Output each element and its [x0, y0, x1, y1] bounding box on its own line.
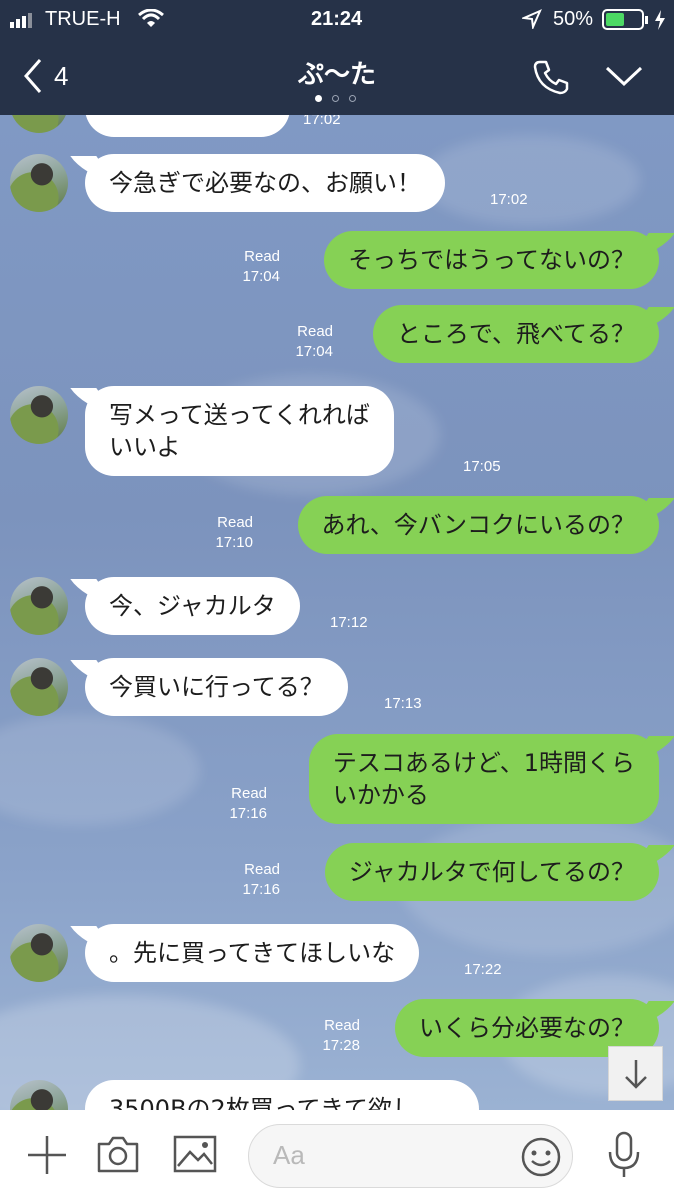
read-label: Read [244, 248, 280, 265]
charging-icon [654, 9, 666, 37]
camera-icon [97, 1136, 139, 1173]
message-bubble-incoming[interactable]: 3500Bの2枚買ってきて欲し [85, 1080, 479, 1110]
message-time: 17:16 [229, 805, 267, 822]
read-receipt: Read 17:04 [220, 247, 280, 287]
call-button[interactable] [532, 58, 572, 98]
camera-button[interactable] [96, 1134, 140, 1178]
message-bubble-incoming[interactable]: 今急ぎで必要なの、お願い！ [85, 154, 445, 212]
message-bubble-incoming[interactable]: 今買いに行ってる？ [85, 658, 348, 716]
message-list[interactable]: 17:02 今急ぎで必要なの、お願い！ 17:02 Read 17:04 そっちで… [0, 115, 674, 1110]
chevron-down-icon [605, 66, 643, 87]
read-receipt: Read 17:16 [220, 860, 280, 900]
phone-icon [533, 60, 569, 95]
arrow-down-icon [625, 1060, 647, 1089]
read-receipt: Read 17:10 [193, 513, 253, 553]
image-icon [173, 1135, 217, 1173]
input-bar: Aa [0, 1110, 674, 1200]
chat-title[interactable]: ぷ〜た [0, 54, 674, 91]
page-dot [349, 95, 356, 102]
plus-icon [28, 1136, 66, 1174]
message-time: 17:28 [322, 1037, 360, 1054]
message-time: 17:12 [330, 614, 368, 631]
message-time: 17:10 [215, 534, 253, 551]
page-indicator [313, 94, 363, 104]
message-bubble-outgoing[interactable]: ところで、飛べてる？ [372, 305, 659, 363]
message-bubble-incoming[interactable]: 写メって送ってくれれば いいよ [85, 386, 394, 476]
message-time: 17:13 [384, 695, 422, 712]
read-receipt: Read 17:04 [273, 322, 333, 362]
read-receipt: Read 17:16 [207, 784, 267, 824]
battery-icon [602, 9, 652, 37]
message-time: 17:05 [463, 458, 501, 475]
message-time: 17:04 [242, 268, 280, 285]
message-input[interactable]: Aa [248, 1124, 573, 1188]
signal-icon [10, 11, 40, 28]
clock: 21:24 [311, 8, 363, 30]
emoji-icon [521, 1137, 561, 1177]
carrier-label: TRUE-H [45, 8, 121, 30]
read-label: Read [297, 323, 333, 340]
voice-button[interactable] [606, 1130, 642, 1184]
scroll-to-bottom-button[interactable] [608, 1046, 663, 1101]
message-time: 17:02 [490, 191, 528, 208]
message-text: 写メって送ってくれれば いいよ [109, 401, 370, 461]
microphone-icon [608, 1131, 640, 1177]
avatar[interactable] [10, 658, 68, 716]
message-bubble-outgoing[interactable]: そっちではうってないの？ [324, 231, 659, 289]
read-label: Read [217, 514, 253, 531]
message-bubble-outgoing[interactable]: あれ、今バンコクにいるの？ [297, 496, 659, 554]
message-bubble-incoming[interactable]: 今、ジャカルタ [85, 577, 300, 635]
message-time: 17:22 [464, 961, 502, 978]
status-bar: TRUE-H 21:24 50% [0, 0, 674, 40]
menu-dropdown-button[interactable] [604, 64, 646, 94]
message-time: 17:04 [295, 343, 333, 360]
avatar[interactable] [10, 924, 68, 982]
emoji-button[interactable] [519, 1135, 563, 1183]
message-text: テスコあるけど、1時間くら いかかる [332, 749, 635, 809]
image-button[interactable] [172, 1134, 218, 1178]
battery-percent: 50% [553, 8, 594, 30]
message-bubble-outgoing[interactable]: ジャカルタで何してるの？ [324, 843, 659, 901]
avatar[interactable] [10, 386, 68, 444]
read-label: Read [231, 785, 267, 802]
read-label: Read [324, 1017, 360, 1034]
message-bubble-outgoing[interactable]: テスコあるけど、1時間くら いかかる [308, 734, 659, 824]
add-button[interactable] [25, 1133, 69, 1181]
page-dot-active [315, 95, 322, 102]
avatar[interactable] [10, 115, 68, 133]
avatar[interactable] [10, 577, 68, 635]
chat-header: 4 ぷ〜た [0, 40, 674, 115]
wifi-icon [138, 8, 164, 35]
read-receipt: Read 17:28 [300, 1016, 360, 1056]
page-dot [332, 95, 339, 102]
message-input-placeholder: Aa [273, 1140, 305, 1170]
message-time: 17:02 [303, 115, 341, 128]
avatar[interactable] [10, 154, 68, 212]
location-icon [520, 9, 542, 35]
message-bubble-incoming[interactable] [85, 115, 290, 137]
message-time: 17:16 [242, 881, 280, 898]
message-bubble-incoming[interactable]: 。先に買ってきてほしいな [85, 924, 420, 982]
read-label: Read [244, 861, 280, 878]
